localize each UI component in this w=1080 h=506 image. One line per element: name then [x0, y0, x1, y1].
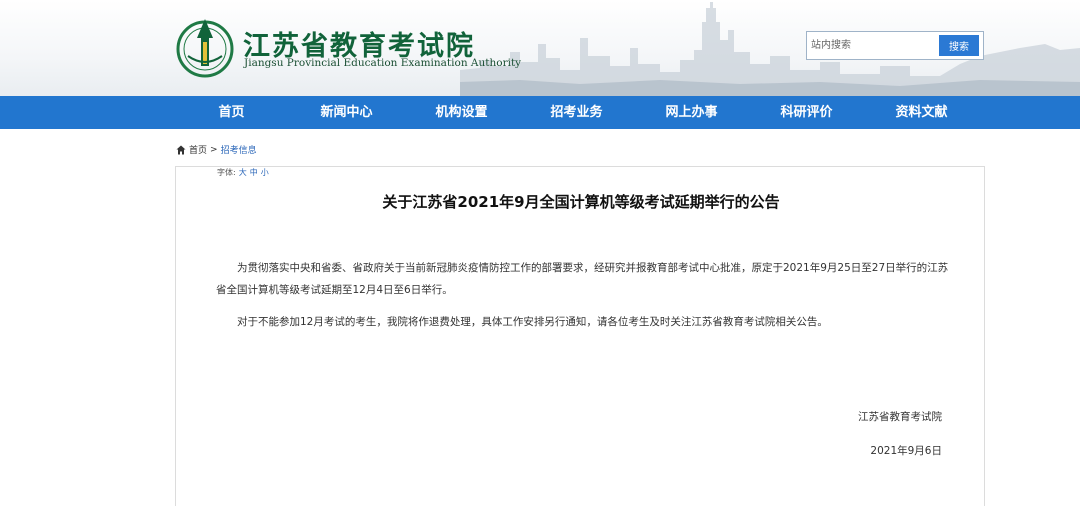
nav-item-home[interactable]: 首页	[174, 96, 289, 129]
main-navigation: 首页 新闻中心 机构设置 招考业务 网上办事 科研评价 资料文献	[0, 96, 1080, 129]
nav-item-research[interactable]: 科研评价	[749, 96, 864, 129]
nav-item-news[interactable]: 新闻中心	[289, 96, 404, 129]
school-crest-icon	[176, 19, 234, 78]
city-skyline-banner	[460, 2, 1080, 96]
article-title: 关于江苏省2021年9月全国计算机等级考试延期举行的公告	[382, 193, 780, 211]
font-size-label: 字体:	[217, 168, 236, 177]
font-size-selector: 字体: 大 中 小	[217, 167, 269, 178]
font-size-large-option[interactable]: 大	[239, 167, 247, 178]
article-date: 2021年9月6日	[870, 445, 942, 457]
nav-item-organization[interactable]: 机构设置	[404, 96, 519, 129]
article-panel: 字体: 大 中 小 关于江苏省2021年9月全国计算机等级考试延期举行的公告 为…	[175, 166, 985, 506]
breadcrumb: 首页 > 招考信息	[176, 143, 257, 156]
breadcrumb-separator: >	[210, 144, 218, 155]
article-paragraph: 对于不能参加12月考试的考生，我院将作退费处理，具体工作安排另行通知，请各位考生…	[237, 316, 828, 328]
article-signature: 江苏省教育考试院	[858, 411, 942, 423]
search-input[interactable]	[811, 35, 939, 56]
search-button[interactable]: 搜索	[939, 35, 979, 56]
font-size-medium-option[interactable]: 中	[250, 167, 258, 178]
font-size-small-option[interactable]: 小	[261, 167, 269, 178]
article-paragraph: 为贯彻落实中央和省委、省政府关于当前新冠肺炎疫情防控工作的部署要求，经研究并报教…	[216, 262, 949, 296]
nav-item-admissions[interactable]: 招考业务	[519, 96, 634, 129]
home-icon	[176, 145, 186, 154]
breadcrumb-home-link[interactable]: 首页	[189, 143, 207, 156]
nav-item-documents[interactable]: 资料文献	[864, 96, 979, 129]
site-header: 江苏省教育考试院 Jiangsu Provincial Education Ex…	[0, 0, 1080, 96]
nav-item-online-services[interactable]: 网上办事	[634, 96, 749, 129]
site-subtitle: Jiangsu Provincial Education Examination…	[244, 57, 522, 69]
breadcrumb-current-link[interactable]: 招考信息	[221, 143, 257, 156]
search-box: 搜索	[806, 31, 984, 60]
